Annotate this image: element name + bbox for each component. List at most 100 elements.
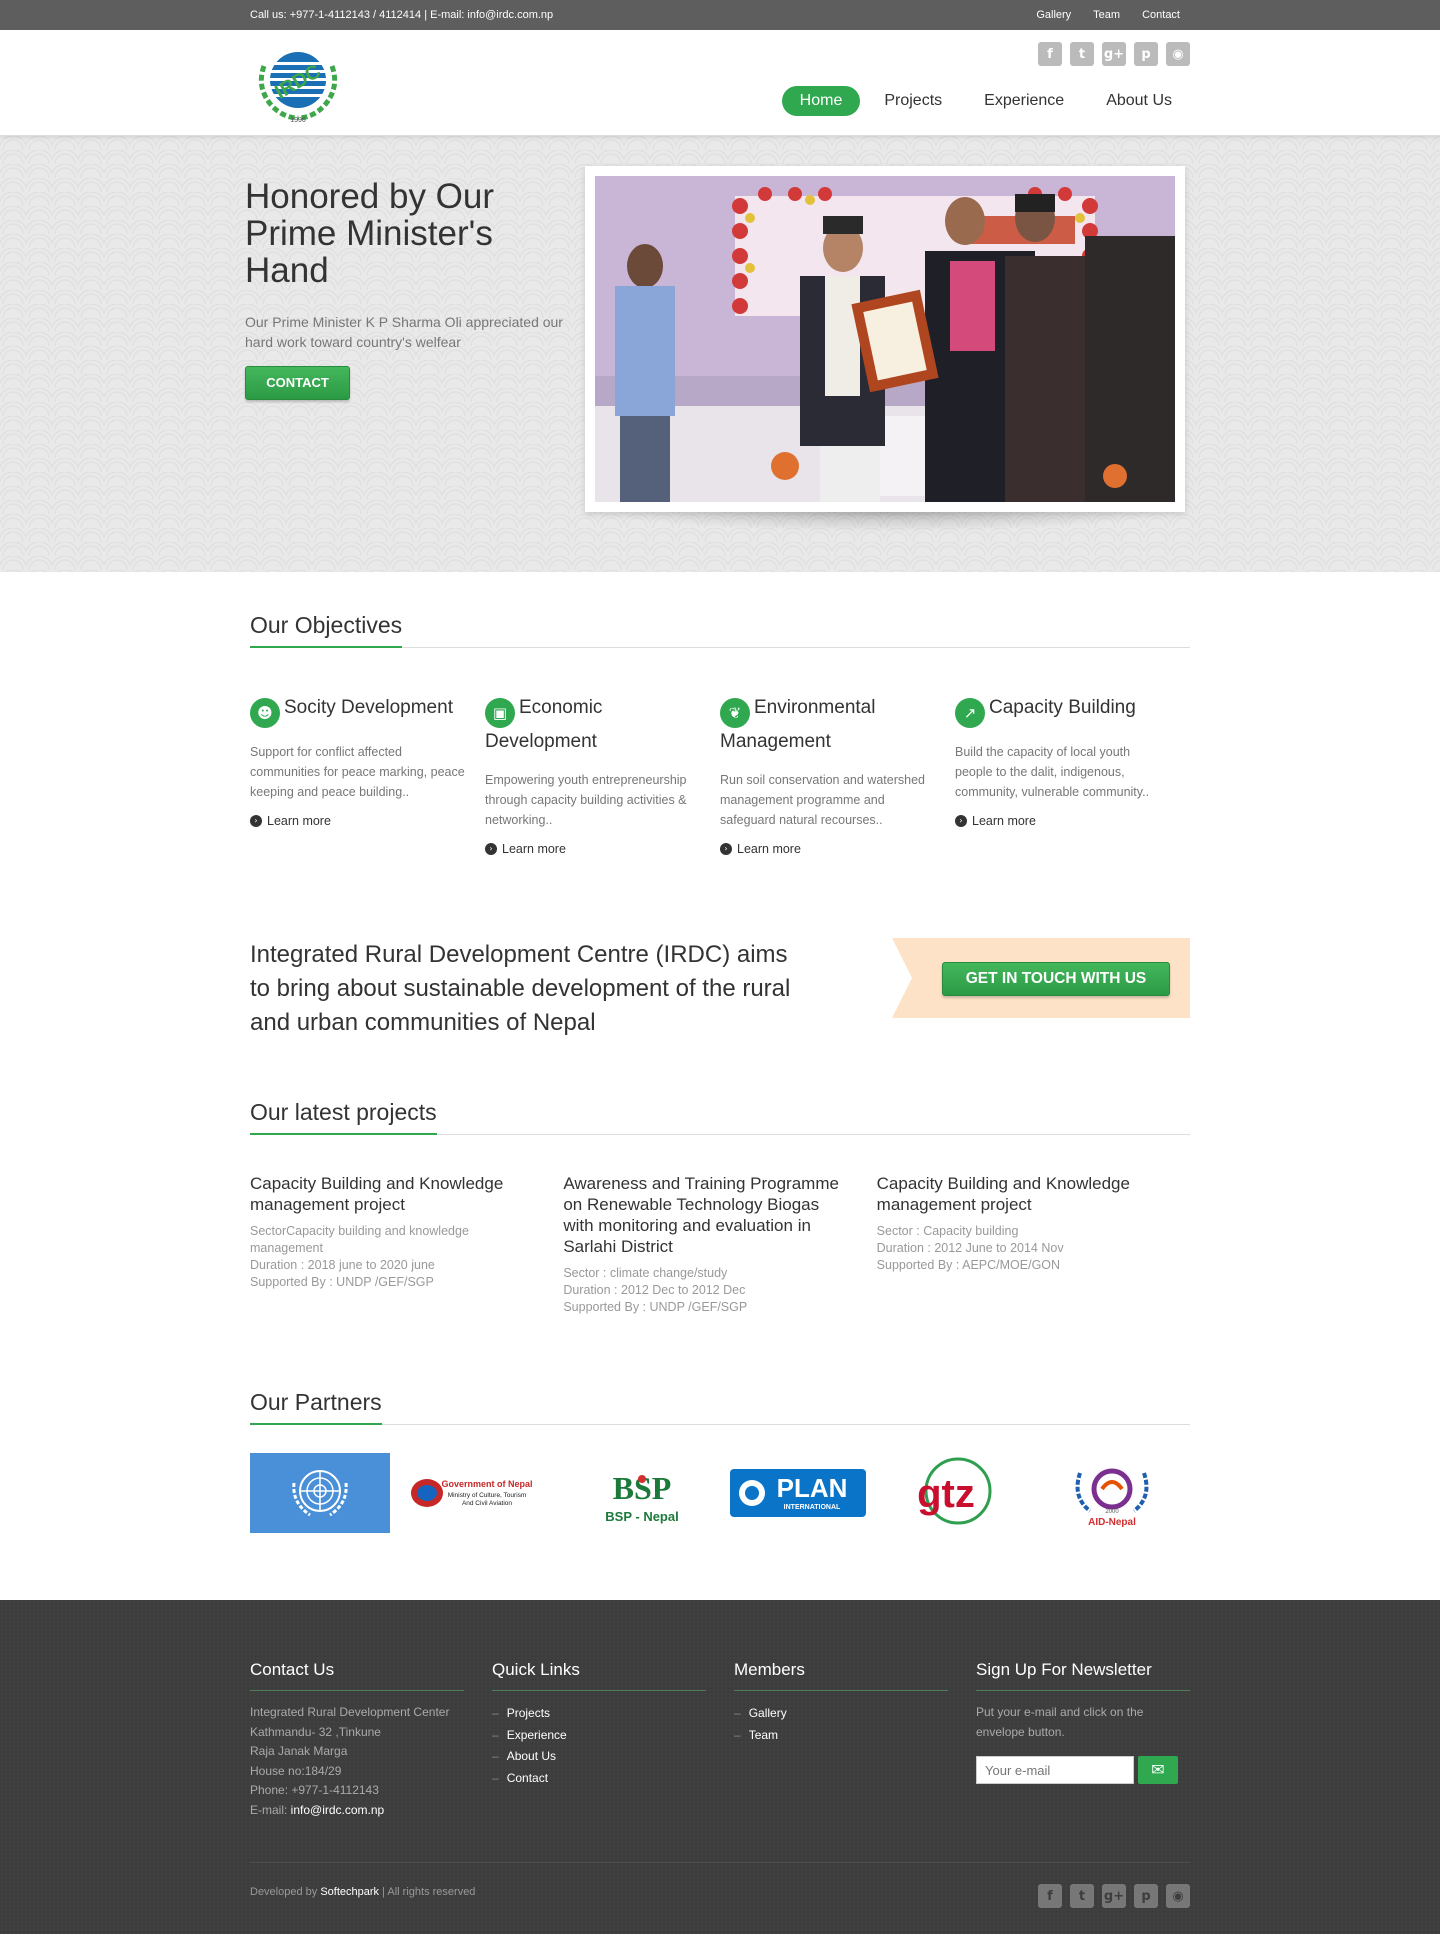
- objective-text: Run soil conservation and watershed mana…: [720, 773, 925, 827]
- cta-notch: [892, 938, 912, 1018]
- rss-icon[interactable]: ◉: [1166, 1884, 1190, 1908]
- footer-link-contact[interactable]: Contact: [492, 1768, 706, 1790]
- partner-gtz[interactable]: gtz: [877, 1453, 1034, 1533]
- objectives-heading: Our Objectives: [250, 612, 403, 648]
- chart-icon: ↗: [955, 698, 985, 728]
- gov-nepal-logo: Government of Nepal Ministry of Culture,…: [410, 1479, 532, 1507]
- learn-more-link[interactable]: › Learn more: [955, 814, 1170, 828]
- arrow-circle-icon: ›: [955, 815, 967, 827]
- nav-projects[interactable]: Projects: [866, 86, 960, 116]
- project-sector: Sector : climate change/study: [563, 1266, 728, 1280]
- partner-gov-nepal[interactable]: Government of Nepal Ministry of Culture,…: [407, 1453, 564, 1533]
- bsp-logo: BSP BSP - Nepal: [591, 1453, 692, 1533]
- project-title[interactable]: Awareness and Training Programme on Rene…: [563, 1173, 846, 1257]
- plan-text: PLAN: [777, 1473, 848, 1503]
- google-plus-icon[interactable]: g+: [1102, 42, 1126, 66]
- developer-link[interactable]: Softechpark: [320, 1886, 379, 1898]
- arrow-circle-icon: ›: [485, 843, 497, 855]
- nav-about-us[interactable]: About Us: [1088, 86, 1190, 116]
- footer-link-experience[interactable]: Experience: [492, 1725, 706, 1747]
- newsletter-text: Put your e-mail and click on the envelop…: [976, 1705, 1144, 1739]
- pinterest-icon[interactable]: p: [1134, 1884, 1158, 1908]
- project-supporter: Supported By : UNDP /GEF/SGP: [563, 1300, 748, 1314]
- partner-plan[interactable]: PLAN INTERNATIONAL: [720, 1453, 877, 1533]
- partners-heading-row: Our Partners: [250, 1389, 1190, 1425]
- aid-nepal-year: 2000: [1105, 1509, 1119, 1515]
- irdc-logo[interactable]: IRDC 1996: [250, 42, 346, 124]
- top-link-team[interactable]: Team: [1093, 9, 1120, 21]
- objective-environment: ❦ Environmental Management Run soil conse…: [720, 694, 955, 856]
- address-line: Kathmandu- 32 ,Tinkune: [250, 1724, 381, 1739]
- rss-icon[interactable]: ◉: [1166, 42, 1190, 66]
- plan-logo: PLAN INTERNATIONAL: [730, 1469, 867, 1517]
- bsp-caption: BSP - Nepal: [605, 1509, 678, 1524]
- top-link-gallery[interactable]: Gallery: [1036, 9, 1071, 21]
- objective-text: Support for conflict affected communitie…: [250, 745, 465, 799]
- project-supporter: Supported By : UNDP /GEF/SGP: [250, 1275, 434, 1289]
- facebook-icon[interactable]: f: [1038, 1884, 1062, 1908]
- partner-un[interactable]: [250, 1453, 407, 1533]
- footer-link-about-us[interactable]: About Us: [492, 1746, 706, 1768]
- get-in-touch-button[interactable]: GET IN TOUCH WITH US: [942, 962, 1170, 996]
- twitter-icon[interactable]: t: [1070, 42, 1094, 66]
- gov-nepal-sub2: And Civil Aviation: [462, 1500, 512, 1507]
- hero-title: Honored by Our Prime Minister's Hand: [245, 177, 495, 290]
- envelope-icon[interactable]: ✉: [1138, 1756, 1178, 1785]
- objective-capacity: ↗ Capacity Building Build the capacity of…: [955, 694, 1190, 856]
- aid-nepal-text: AID-Nepal: [1088, 1517, 1136, 1528]
- header-social-links: f t g+ p ◉: [1038, 42, 1190, 66]
- project-title[interactable]: Capacity Building and Knowledge manageme…: [877, 1173, 1160, 1215]
- mission-section: Integrated Rural Development Centre (IRD…: [250, 938, 1190, 1038]
- partner-bsp[interactable]: BSP BSP - Nepal: [563, 1453, 720, 1533]
- footer-link-gallery[interactable]: Gallery: [734, 1703, 948, 1725]
- logo-year: 1996: [290, 117, 306, 124]
- photo-shadow: [605, 512, 1165, 532]
- top-links: Gallery Team Contact: [1036, 9, 1180, 21]
- address-line: Integrated Rural Development Center: [250, 1705, 450, 1719]
- footer-link-team[interactable]: Team: [734, 1725, 948, 1747]
- gov-nepal-sub1: Ministry of Culture, Tourism: [447, 1492, 526, 1499]
- project-sector: Sector : Capacity building: [876, 1224, 1019, 1238]
- people-icon: ☻: [250, 698, 280, 728]
- google-plus-icon[interactable]: g+: [1102, 1884, 1126, 1908]
- project-card: Awareness and Training Programme on Rene…: [563, 1173, 876, 1316]
- quick-links-heading: Quick Links: [492, 1660, 706, 1691]
- learn-more-link[interactable]: › Learn more: [485, 842, 700, 856]
- twitter-icon[interactable]: t: [1070, 1884, 1094, 1908]
- newsletter-email-input[interactable]: [976, 1756, 1134, 1785]
- projects-heading: Our latest projects: [250, 1099, 437, 1135]
- project-sector: SectorCapacity building and knowledge ma…: [250, 1224, 469, 1255]
- email-label: E-mail:: [250, 1802, 291, 1817]
- footer-link-projects[interactable]: Projects: [492, 1703, 706, 1725]
- partners-section: Our Partners Government of Nepal Ministr…: [250, 1389, 1190, 1533]
- cta-box: GET IN TOUCH WITH US: [892, 938, 1190, 1018]
- objective-society: ☻ Socity Development Support for conflict…: [250, 694, 485, 856]
- partner-aid-nepal[interactable]: 2000 AID-Nepal: [1033, 1453, 1190, 1533]
- hero-text: Our Prime Minister K P Sharma Oli apprec…: [245, 314, 563, 350]
- site-header: IRDC 1996 f t g+ p ◉ Home Projects Exper…: [0, 30, 1440, 136]
- gov-nepal-title: Government of Nepal: [441, 1479, 532, 1489]
- pinterest-icon[interactable]: p: [1134, 42, 1158, 66]
- footer-email-link[interactable]: info@irdc.com.np: [291, 1803, 385, 1817]
- nav-home[interactable]: Home: [781, 86, 861, 116]
- project-supporter: Supported By : AEPC/MOE/GON: [876, 1258, 1061, 1272]
- facebook-icon[interactable]: f: [1038, 42, 1062, 66]
- newsletter-heading: Sign Up For Newsletter: [976, 1660, 1190, 1691]
- project-duration: Duration : 2012 Dec to 2012 Dec: [563, 1283, 746, 1297]
- top-link-contact[interactable]: Contact: [1142, 9, 1180, 21]
- mission-text: Integrated Rural Development Centre (IRD…: [250, 941, 791, 1036]
- objective-text: Empowering youth entrepreneurship throug…: [485, 773, 687, 827]
- objectives-section: Our Objectives ☻ Socity Development Suppo…: [250, 612, 1190, 856]
- learn-more-link[interactable]: › Learn more: [720, 842, 935, 856]
- hero-contact-button[interactable]: CONTACT: [245, 366, 350, 400]
- partners-heading: Our Partners: [250, 1389, 382, 1425]
- project-title[interactable]: Capacity Building and Knowledge manageme…: [250, 1173, 533, 1215]
- footer-divider: [250, 1862, 1190, 1863]
- project-duration: Duration : 2018 june to 2020 june: [250, 1258, 435, 1272]
- learn-more-link[interactable]: › Learn more: [250, 814, 465, 828]
- footer-contact-heading: Contact Us: [250, 1660, 464, 1691]
- footer-newsletter: Sign Up For Newsletter Put your e-mail a…: [976, 1660, 1190, 1785]
- objective-economic: ▣ Economic Development Empowering youth e…: [485, 694, 720, 856]
- nav-experience[interactable]: Experience: [966, 86, 1082, 116]
- footer-quick-links: Quick Links Projects Experience About Us…: [492, 1660, 706, 1789]
